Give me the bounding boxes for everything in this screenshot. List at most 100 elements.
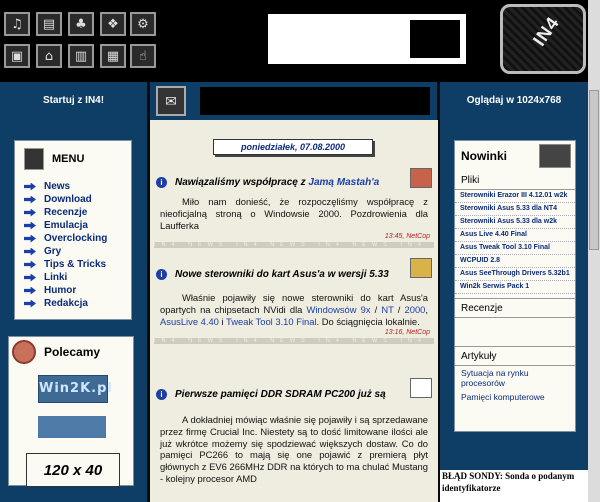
info-icon: i: [156, 176, 167, 188]
arrow-right-icon: [24, 221, 36, 230]
banner-ad-dark-block: [410, 20, 460, 58]
article-link[interactable]: Pamięci komputerowe: [455, 390, 575, 404]
news-title[interactable]: Nowe sterowniki do kart Asus'a w wersji …: [175, 269, 389, 280]
menu-item-label: Tips & Tricks: [44, 259, 107, 270]
polecamy-title: Polecamy: [44, 345, 101, 359]
gear-icon[interactable]: ⚙: [130, 12, 156, 36]
menu-item-label: Linki: [44, 272, 68, 283]
file-link[interactable]: Asus Live 4.40 Final: [455, 229, 575, 242]
news-column: poniedziałek, 07.08.2000 i Nawiązaliśmy …: [150, 120, 438, 502]
menu-item[interactable]: Gry: [24, 245, 107, 258]
news-heading: i Pierwsze pamięci DDR SDRAM PC200 już s…: [154, 384, 434, 404]
top-banner: ♫ ▤ ♣ ❖ ⚙ ▣ ⌂ ▥ ▦ ☝ IN4: [0, 0, 600, 82]
in4-logo[interactable]: IN4: [500, 4, 586, 74]
notebook-icon[interactable]: ▦: [100, 44, 126, 68]
article-link[interactable]: Sytuacja na rynku procesorów: [455, 366, 575, 390]
book-icon[interactable]: ▥: [68, 44, 94, 68]
nowinki-header: Nowinki: [455, 141, 575, 171]
header-bar: Startuj z IN4! ✉ Oglądaj w 1024x768: [0, 82, 600, 120]
win2k-banner[interactable]: Win2K.pl: [38, 375, 112, 403]
ticker-bar: [200, 87, 430, 115]
menu-item[interactable]: Download: [24, 193, 107, 206]
banner-ad-area[interactable]: [268, 14, 466, 64]
games-icon[interactable]: ♣: [68, 12, 94, 36]
ad-placeholder[interactable]: 120 x 40: [26, 453, 120, 487]
docs-icon[interactable]: ▤: [36, 12, 62, 36]
news-title-link[interactable]: Jamą Mastah'a: [308, 177, 379, 188]
menu-item-label: Redakcja: [44, 298, 88, 309]
arrow-right-icon: [24, 260, 36, 269]
news-link[interactable]: 2000: [405, 304, 426, 315]
logo-text: IN4: [529, 12, 564, 50]
news-link[interactable]: Windowsów 9x: [307, 304, 371, 315]
file-link[interactable]: WCPUID 2.8: [455, 255, 575, 268]
start-link[interactable]: Startuj z IN4!: [0, 82, 147, 120]
arrow-right-icon: [24, 234, 36, 243]
message-icon[interactable]: ✉: [156, 86, 186, 116]
file-link[interactable]: Asus Tweak Tool 3.10 Final: [455, 242, 575, 255]
recenzje-empty: [455, 318, 575, 346]
arrow-right-icon: [24, 182, 36, 191]
scrollbar-thumb[interactable]: [589, 90, 599, 250]
arrow-right-icon: [24, 208, 36, 217]
arrow-right-icon: [24, 299, 36, 308]
file-link[interactable]: Sterowniki Asus 5.33 dla w2k: [455, 216, 575, 229]
home-icon[interactable]: ⌂: [36, 44, 62, 68]
news-link[interactable]: AsusLive 4.40: [160, 316, 219, 327]
news-item: i Pierwsze pamięci DDR SDRAM PC200 już s…: [154, 378, 434, 485]
news-divider: IN4 NEWS IN4 NEWS IN4 NEWS IN4 NEWS: [154, 338, 434, 345]
artykuly-list: Sytuacja na rynku procesorów Pamięci komp…: [455, 366, 575, 404]
news-link[interactable]: Tweak Tool 3.10 Final: [226, 316, 317, 327]
menu-item[interactable]: Recenzje: [24, 206, 107, 219]
news-title[interactable]: Pierwsze pamięci DDR SDRAM PC200 już są: [175, 389, 386, 400]
artykuly-header: Artykuły: [455, 346, 575, 366]
monitor-icon[interactable]: ▣: [4, 44, 30, 68]
news-thumbnail-icon: [410, 378, 432, 398]
recommend-icon: [12, 340, 36, 364]
audio-icon[interactable]: ♫: [4, 12, 30, 36]
news-body: Właśnie pojawiły się nowe sterowniki do …: [160, 292, 428, 327]
news-heading: i Nowe sterowniki do kart Asus'a w wersj…: [154, 264, 434, 284]
menu-item-label: Emulacja: [44, 220, 88, 231]
news-item: i Nowe sterowniki do kart Asus'a w wersj…: [154, 258, 434, 345]
news-link[interactable]: NT: [381, 304, 393, 315]
file-link[interactable]: Sterowniki Erazor III 4.12.01 w2k: [455, 190, 575, 203]
menu-item[interactable]: Overclocking: [24, 232, 107, 245]
menu-list: News Download Recenzje Emulacja Overclocking…: [24, 180, 107, 310]
info-icon: i: [156, 388, 167, 400]
menu-item[interactable]: Redakcja: [24, 297, 107, 310]
tools-icon: [410, 258, 432, 278]
menu-item[interactable]: News: [24, 180, 107, 193]
arrow-right-icon: [24, 247, 36, 256]
resolution-note: Oglądaj w 1024x768: [466, 95, 562, 106]
news-title[interactable]: Nawiązaliśmy współpracę z Jamą Mastah'a: [175, 177, 379, 188]
news-body: A dokładniej mówiąc właśnie się pojawiły…: [160, 414, 428, 484]
menu-item-label: News: [44, 181, 71, 192]
news-body: Miło nam donieść, że rozpoczęliśmy współ…: [160, 196, 428, 231]
menu-title: MENU: [52, 153, 85, 165]
poll-error: BŁĄD SONDY: Sonda o podanym identyfikato…: [440, 470, 600, 502]
vertical-scrollbar[interactable]: [588, 0, 600, 502]
file-link[interactable]: Win2k Serwis Pack 1: [455, 281, 575, 294]
file-link[interactable]: Asus SeeThrough Drivers 5.32b1: [455, 268, 575, 281]
windows-icon[interactable]: ❖: [100, 12, 126, 36]
newspaper-icon: [539, 144, 571, 168]
menu-item[interactable]: Linki: [24, 271, 107, 284]
nowinki-box: Nowinki Pliki Sterowniki Erazor III 4.12…: [454, 140, 576, 432]
news-date: poniedziałek, 07.08.2000: [213, 139, 373, 155]
file-link[interactable]: Sterowniki Asus 5.33 dla NT4: [455, 203, 575, 216]
menu-item-label: Gry: [44, 246, 62, 257]
menu-header: MENU: [18, 146, 132, 172]
hand-icon[interactable]: ☝: [130, 44, 156, 68]
menu-item[interactable]: Humor: [24, 284, 107, 297]
arrow-right-icon: [24, 273, 36, 282]
menu-item[interactable]: Emulacja: [24, 219, 107, 232]
secondary-banner[interactable]: [38, 416, 106, 438]
arrow-right-icon: [24, 195, 36, 204]
news-heading: i Nawiązaliśmy współpracę z Jamą Mastah'…: [154, 172, 434, 192]
menu-item[interactable]: Tips & Tricks: [24, 258, 107, 271]
arrow-right-icon: [24, 286, 36, 295]
nowinki-title: Nowinki: [461, 149, 508, 163]
recenzje-header: Recenzje: [455, 298, 575, 318]
news-meta: 13:45, NetCop: [384, 233, 430, 241]
